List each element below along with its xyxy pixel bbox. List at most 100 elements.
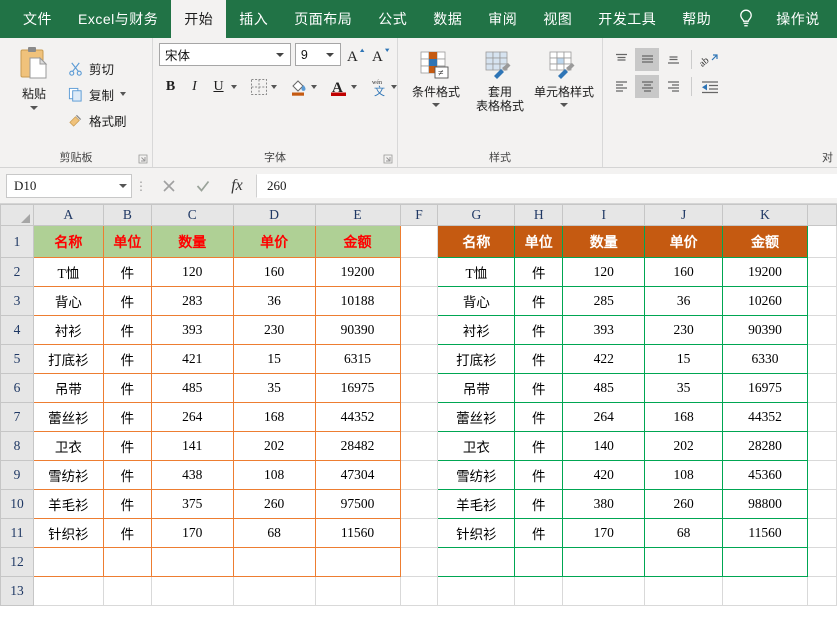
- row-header-10[interactable]: 10: [0, 489, 34, 519]
- cell-B4[interactable]: 件: [102, 315, 152, 345]
- formula-bar-handle[interactable]: ⋮: [132, 180, 150, 192]
- cell-E6[interactable]: 16975: [314, 373, 401, 403]
- cell-H10[interactable]: 件: [514, 489, 564, 519]
- cell-H2[interactable]: 件: [514, 257, 564, 287]
- cell-G13[interactable]: [437, 576, 516, 606]
- cell-K13[interactable]: [722, 576, 808, 606]
- cell-K8[interactable]: 28280: [722, 431, 808, 461]
- cell-H7[interactable]: 件: [514, 402, 564, 432]
- cell-A9[interactable]: 雪纺衫: [32, 460, 104, 490]
- chevron-down-icon[interactable]: [560, 103, 568, 107]
- cell-B2[interactable]: 件: [102, 257, 152, 287]
- column-header-H[interactable]: H: [514, 204, 564, 226]
- cell-K1[interactable]: 金额: [722, 225, 808, 258]
- tab-home[interactable]: 开始: [171, 0, 227, 38]
- cell-B5[interactable]: 件: [102, 344, 152, 374]
- column-header-L[interactable]: [806, 204, 837, 226]
- phonetic-guide-button[interactable]: wén 文: [367, 75, 390, 98]
- cell-E2[interactable]: 19200: [314, 257, 401, 287]
- cell-G10[interactable]: 羊毛衫: [437, 489, 516, 519]
- row-header-2[interactable]: 2: [0, 257, 34, 287]
- cell-D3[interactable]: 36: [232, 286, 316, 316]
- chevron-down-icon[interactable]: [351, 84, 357, 89]
- select-all-button[interactable]: [0, 204, 34, 226]
- tab-help[interactable]: 帮助: [669, 0, 724, 38]
- cell-L1[interactable]: [807, 225, 837, 258]
- cell-L3[interactable]: [807, 286, 837, 316]
- cell-L8[interactable]: [807, 431, 837, 461]
- row-header-5[interactable]: 5: [0, 344, 34, 374]
- cell-K2[interactable]: 19200: [722, 257, 808, 287]
- cell-H11[interactable]: 件: [514, 518, 564, 548]
- cell-G11[interactable]: 针织衫: [437, 518, 516, 548]
- cell-J7[interactable]: 168: [644, 402, 724, 432]
- row-header-4[interactable]: 4: [0, 315, 34, 345]
- row-header-6[interactable]: 6: [0, 373, 34, 403]
- cell-H8[interactable]: 件: [514, 431, 564, 461]
- cell-F12[interactable]: [400, 547, 439, 577]
- cell-C3[interactable]: 283: [150, 286, 234, 316]
- cell-K10[interactable]: 98800: [722, 489, 808, 519]
- cell-E4[interactable]: 90390: [314, 315, 401, 345]
- cell-H9[interactable]: 件: [514, 460, 564, 490]
- cell-H4[interactable]: 件: [514, 315, 564, 345]
- cell-B9[interactable]: 件: [102, 460, 152, 490]
- cut-button[interactable]: 剪切: [68, 57, 127, 79]
- cell-C4[interactable]: 393: [150, 315, 234, 345]
- cell-L11[interactable]: [807, 518, 837, 548]
- cell-B12[interactable]: [102, 547, 152, 577]
- cell-D7[interactable]: 168: [232, 402, 316, 432]
- tab-excel-finance[interactable]: Excel与财务: [65, 0, 171, 38]
- cell-G2[interactable]: T恤: [437, 257, 516, 287]
- cell-F6[interactable]: [400, 373, 439, 403]
- cell-C11[interactable]: 170: [150, 518, 234, 548]
- cell-B3[interactable]: 件: [102, 286, 152, 316]
- cell-E12[interactable]: [314, 547, 401, 577]
- cell-A12[interactable]: [32, 547, 104, 577]
- row-header-12[interactable]: 12: [0, 547, 34, 577]
- increase-font-size-button[interactable]: A: [345, 44, 366, 66]
- tab-view[interactable]: 视图: [530, 0, 585, 38]
- cell-C13[interactable]: [151, 576, 234, 606]
- cell-K6[interactable]: 16975: [722, 373, 808, 403]
- cell-I13[interactable]: [562, 576, 646, 606]
- cell-G7[interactable]: 蕾丝衫: [437, 402, 516, 432]
- cell-J12[interactable]: [644, 547, 724, 577]
- cell-I4[interactable]: 393: [562, 315, 646, 345]
- cell-H5[interactable]: 件: [514, 344, 564, 374]
- cell-B1[interactable]: 单位: [102, 225, 152, 258]
- align-left-button[interactable]: [609, 75, 633, 98]
- font-color-button[interactable]: A: [327, 75, 350, 98]
- cell-D11[interactable]: 68: [232, 518, 316, 548]
- lightbulb-icon[interactable]: [724, 0, 763, 38]
- cell-H3[interactable]: 件: [514, 286, 564, 316]
- cell-F8[interactable]: [400, 431, 439, 461]
- cell-J4[interactable]: 230: [644, 315, 724, 345]
- cell-H12[interactable]: [514, 547, 564, 577]
- copy-button[interactable]: 复制: [68, 83, 127, 105]
- font-name-combo[interactable]: 宋体: [159, 43, 291, 66]
- italic-button[interactable]: I: [183, 75, 206, 98]
- chevron-down-icon[interactable]: [120, 92, 127, 96]
- cell-F4[interactable]: [400, 315, 439, 345]
- font-size-combo[interactable]: 9: [294, 43, 342, 66]
- cell-H6[interactable]: 件: [514, 373, 564, 403]
- orientation-button[interactable]: ab: [698, 48, 722, 71]
- cell-G6[interactable]: 吊带: [437, 373, 516, 403]
- cell-K11[interactable]: 11560: [722, 518, 808, 548]
- cell-L4[interactable]: [807, 315, 837, 345]
- cell-I8[interactable]: 140: [562, 431, 646, 461]
- column-header-E[interactable]: E: [314, 204, 401, 226]
- cell-A7[interactable]: 蕾丝衫: [32, 402, 104, 432]
- cell-A2[interactable]: T恤: [32, 257, 104, 287]
- tab-review[interactable]: 审阅: [475, 0, 530, 38]
- cell-G4[interactable]: 衬衫: [437, 315, 516, 345]
- cell-F11[interactable]: [400, 518, 439, 548]
- column-header-B[interactable]: B: [102, 204, 152, 226]
- cell-F5[interactable]: [400, 344, 439, 374]
- cell-D1[interactable]: 单价: [232, 225, 316, 258]
- cell-D10[interactable]: 260: [232, 489, 316, 519]
- cell-B7[interactable]: 件: [102, 402, 152, 432]
- cell-F10[interactable]: [400, 489, 439, 519]
- cell-I3[interactable]: 285: [562, 286, 646, 316]
